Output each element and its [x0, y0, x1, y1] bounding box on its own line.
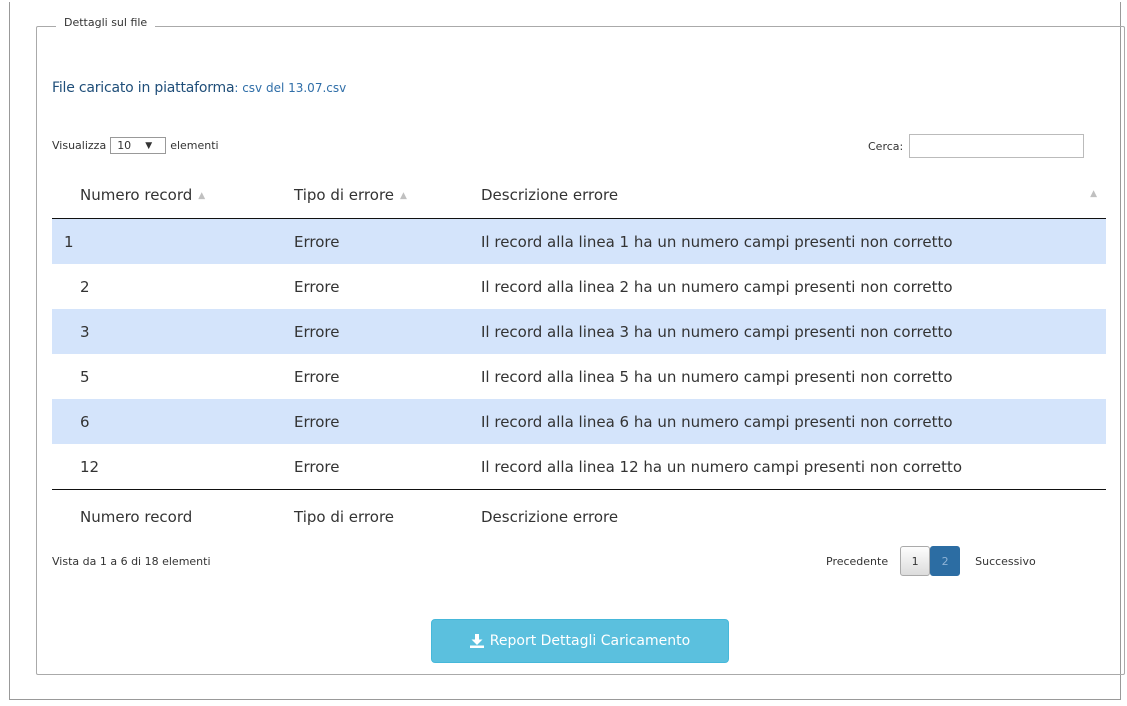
cell-type: Errore [294, 367, 340, 386]
header-record-number[interactable]: Numero record ▲ [52, 172, 274, 219]
length-suffix: elementi [170, 139, 219, 152]
errors-table: Numero record ▲ Tipo di errore ▲ Descrizio… [52, 172, 1106, 544]
cell-description: Il record alla linea 5 ha un numero camp… [481, 367, 953, 386]
footer-record-number: Numero record [52, 489, 274, 544]
report-button-label: Report Dettagli Caricamento [489, 633, 691, 649]
table-row: 2 Errore Il record alla linea 2 ha un nu… [52, 264, 1106, 309]
table-row: 12 Errore Il record alla linea 12 ha un … [52, 444, 1106, 490]
pagination: Precedente 1 2 Successivo [826, 546, 1036, 576]
table-row: 1 Errore Il record alla linea 1 ha un nu… [52, 218, 1106, 264]
page-length-value: 10 [117, 139, 132, 152]
cell-record: 6 [80, 412, 90, 431]
uploaded-file-line: File caricato in piattaforma: csv del 13… [52, 80, 346, 96]
cell-description: Il record alla linea 2 ha un numero camp… [481, 277, 953, 296]
next-page-button[interactable]: Successivo [975, 555, 1036, 568]
search-control: Cerca: [868, 134, 1085, 158]
cell-record: 5 [80, 367, 90, 386]
chevron-down-icon: ▼ [145, 140, 153, 151]
cell-description: Il record alla linea 3 ha un numero camp… [481, 322, 953, 341]
cell-description: Il record alla linea 1 ha un numero camp… [481, 232, 953, 251]
cell-record: 12 [80, 457, 100, 476]
sort-icon: ▲ [400, 190, 407, 201]
cell-record: 3 [80, 322, 90, 341]
footer-error-description: Descrizione errore [461, 489, 1106, 544]
header-error-type[interactable]: Tipo di errore ▲ [274, 172, 461, 219]
footer-error-type: Tipo di errore [274, 489, 461, 544]
sort-icon: ▲ [198, 190, 205, 201]
search-label: Cerca: [868, 139, 904, 153]
cell-type: Errore [294, 322, 340, 341]
search-input[interactable] [909, 134, 1085, 158]
panel-legend: Dettagli sul file [56, 16, 156, 29]
cell-type: Errore [294, 232, 340, 251]
cell-record: 2 [80, 277, 90, 296]
cell-type: Errore [294, 457, 340, 476]
header-error-description[interactable]: Descrizione errore ▲ [461, 172, 1106, 219]
table-row: 5 Errore Il record alla linea 5 ha un nu… [52, 354, 1106, 399]
previous-page-button[interactable]: Precedente [826, 555, 888, 568]
download-icon [469, 634, 484, 648]
table-footer-row: Numero record Tipo di errore Descrizione… [52, 489, 1106, 544]
length-prefix: Visualizza [52, 139, 107, 152]
cell-description: Il record alla linea 6 ha un numero camp… [481, 412, 953, 431]
file-name: csv del 13.07.csv [242, 81, 347, 95]
sort-icon: ▲ [1090, 189, 1097, 199]
table-info: Vista da 1 a 6 di 18 elementi [52, 555, 211, 568]
report-details-button[interactable]: Report Dettagli Caricamento [431, 619, 729, 663]
table-row: 6 Errore Il record alla linea 6 ha un nu… [52, 399, 1106, 444]
page-1-button[interactable]: 1 [900, 546, 931, 576]
page-length-select[interactable]: 10 ▼ [110, 137, 167, 154]
page-2-button[interactable]: 2 [930, 546, 961, 576]
cell-type: Errore [294, 412, 340, 431]
table-header-row: Numero record ▲ Tipo di errore ▲ Descrizio… [52, 172, 1106, 219]
file-separator: : [234, 81, 243, 95]
cell-description: Il record alla linea 12 ha un numero cam… [481, 457, 963, 476]
file-label: File caricato in piattaforma [52, 80, 235, 96]
page-length-control: Visualizza 10 ▼ elementi [52, 137, 219, 154]
table-row: 3 Errore Il record alla linea 3 ha un nu… [52, 309, 1106, 354]
cell-type: Errore [294, 277, 340, 296]
cell-record: 1 [64, 232, 74, 251]
